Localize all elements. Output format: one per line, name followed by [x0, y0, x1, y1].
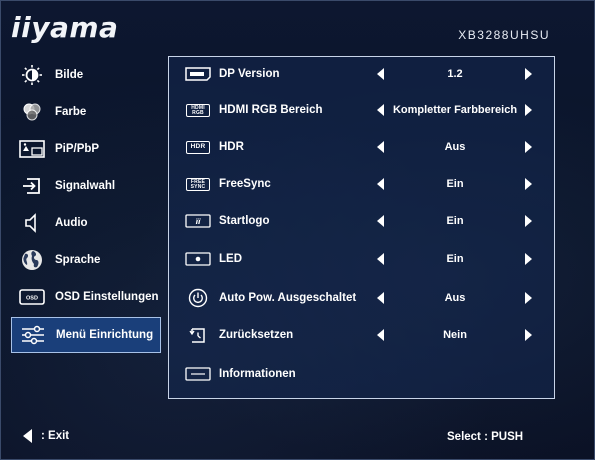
arrow-left-icon[interactable]	[377, 141, 384, 153]
sidebar-item-label: Audio	[55, 216, 88, 229]
startlogo-icon: ïï	[185, 213, 211, 229]
brightness-icon	[19, 64, 45, 86]
setting-label: HDMI RGB Bereich	[219, 104, 323, 116]
arrow-right-icon[interactable]	[525, 178, 532, 190]
pip-icon	[19, 138, 45, 160]
sidebar-item-label: Bilde	[55, 68, 84, 81]
setting-row-freesync[interactable]: FREE SYNC FreeSync Ein	[169, 169, 554, 199]
setting-row-startlogo[interactable]: ïï Startlogo Ein	[169, 206, 554, 236]
sidebar-item-bilde[interactable]: Bilde	[11, 56, 161, 93]
setting-label: HDR	[219, 141, 244, 153]
sidebar-item-label: Farbe	[55, 105, 87, 118]
sidebar-item-osd-einstellungen[interactable]: OSD OSD Einstellungen	[11, 278, 161, 315]
sidebar-item-label: OSD Einstellungen	[55, 290, 159, 303]
info-icon	[185, 366, 211, 382]
power-icon	[185, 288, 211, 308]
sidebar-item-sprache[interactable]: Sprache	[11, 241, 161, 278]
setting-label: Auto Pow. Ausgeschaltet	[219, 292, 357, 304]
arrow-right-icon[interactable]	[525, 141, 532, 153]
setting-value: Ein	[446, 215, 464, 227]
setting-value: Aus	[444, 141, 466, 153]
arrow-left-icon[interactable]	[377, 329, 384, 341]
setting-row-auto-pow[interactable]: Auto Pow. Ausgeschaltet Aus	[169, 283, 554, 313]
osd-menu: iiyama XB3288UHSU Bilde Farbe PiP/PbP Si…	[0, 0, 595, 460]
arrow-left-icon[interactable]	[377, 292, 384, 304]
setting-value: Aus	[444, 292, 466, 304]
hdmi-rgb-icon: HDMI RGB	[185, 102, 211, 118]
svg-text:ïï: ïï	[196, 218, 201, 226]
setting-label: Startlogo	[219, 215, 270, 227]
sidebar-item-label: Sprache	[55, 253, 101, 266]
settings-panel: DP Version 1.2 HDMI RGB HDMI RGB Bereich …	[168, 56, 555, 399]
sidebar-item-signalwahl[interactable]: Signalwahl	[11, 167, 161, 204]
setting-value: Ein	[446, 178, 464, 190]
setting-label: Informationen	[219, 368, 296, 380]
arrow-left-icon[interactable]	[377, 253, 384, 265]
arrow-left-icon[interactable]	[377, 178, 384, 190]
hdr-icon: HDR	[185, 139, 211, 155]
model-name: XB3288UHSU	[458, 28, 550, 42]
arrow-right-icon[interactable]	[525, 104, 532, 116]
input-source-icon	[19, 175, 45, 197]
setting-value: Ein	[446, 253, 464, 265]
setting-label: DP Version	[219, 68, 280, 80]
sidebar-item-label: Signalwahl	[55, 179, 116, 192]
arrow-left-icon	[23, 429, 32, 443]
sidebar-item-farbe[interactable]: Farbe	[11, 93, 161, 130]
speaker-icon	[19, 212, 45, 234]
arrow-right-icon[interactable]	[525, 253, 532, 265]
arrow-left-icon[interactable]	[377, 215, 384, 227]
reset-icon	[185, 327, 211, 343]
sliders-icon	[20, 324, 46, 346]
arrow-left-icon[interactable]	[377, 104, 384, 116]
brand-logo: iiyama	[11, 11, 119, 44]
setting-row-informationen[interactable]: Informationen	[169, 359, 554, 389]
arrow-right-icon[interactable]	[525, 292, 532, 304]
arrow-left-icon[interactable]	[377, 68, 384, 80]
sidebar-item-pip[interactable]: PiP/PbP	[11, 130, 161, 167]
sidebar-item-menu-einrichtung[interactable]: Menü Einrichtung	[11, 317, 161, 353]
svg-text:OSD: OSD	[26, 295, 38, 301]
exit-label: : Exit	[41, 430, 70, 442]
sidebar: Bilde Farbe PiP/PbP Signalwahl Audio Spr…	[11, 56, 161, 353]
setting-label: FreeSync	[219, 178, 271, 190]
sidebar-item-label: Menü Einrichtung	[56, 329, 154, 341]
freesync-icon: FREE SYNC	[185, 176, 211, 192]
setting-row-led[interactable]: LED Ein	[169, 244, 554, 274]
arrow-right-icon[interactable]	[525, 68, 532, 80]
setting-row-hdr[interactable]: HDR HDR Aus	[169, 132, 554, 162]
setting-row-zuruecksetzen[interactable]: Zurücksetzen Nein	[169, 320, 554, 350]
setting-row-dp-version[interactable]: DP Version 1.2	[169, 59, 554, 89]
globe-icon	[19, 249, 45, 271]
sidebar-item-audio[interactable]: Audio	[11, 204, 161, 241]
osd-icon: OSD	[19, 286, 45, 308]
setting-row-hdmi-rgb-bereich[interactable]: HDMI RGB HDMI RGB Bereich Kompletter Farb…	[169, 95, 554, 125]
exit-hint[interactable]: : Exit	[23, 429, 69, 443]
setting-value: 1.2	[447, 68, 463, 80]
setting-value: Kompletter Farbbereich	[392, 104, 518, 116]
arrow-right-icon[interactable]	[525, 215, 532, 227]
setting-label: Zurücksetzen	[219, 329, 294, 341]
displayport-icon	[185, 66, 211, 82]
led-icon	[185, 251, 211, 267]
arrow-right-icon[interactable]	[525, 329, 532, 341]
sidebar-item-label: PiP/PbP	[55, 142, 100, 155]
color-palette-icon	[19, 101, 45, 123]
select-hint: Select : PUSH	[447, 431, 524, 443]
setting-value: Nein	[443, 329, 467, 341]
setting-label: LED	[219, 253, 242, 265]
